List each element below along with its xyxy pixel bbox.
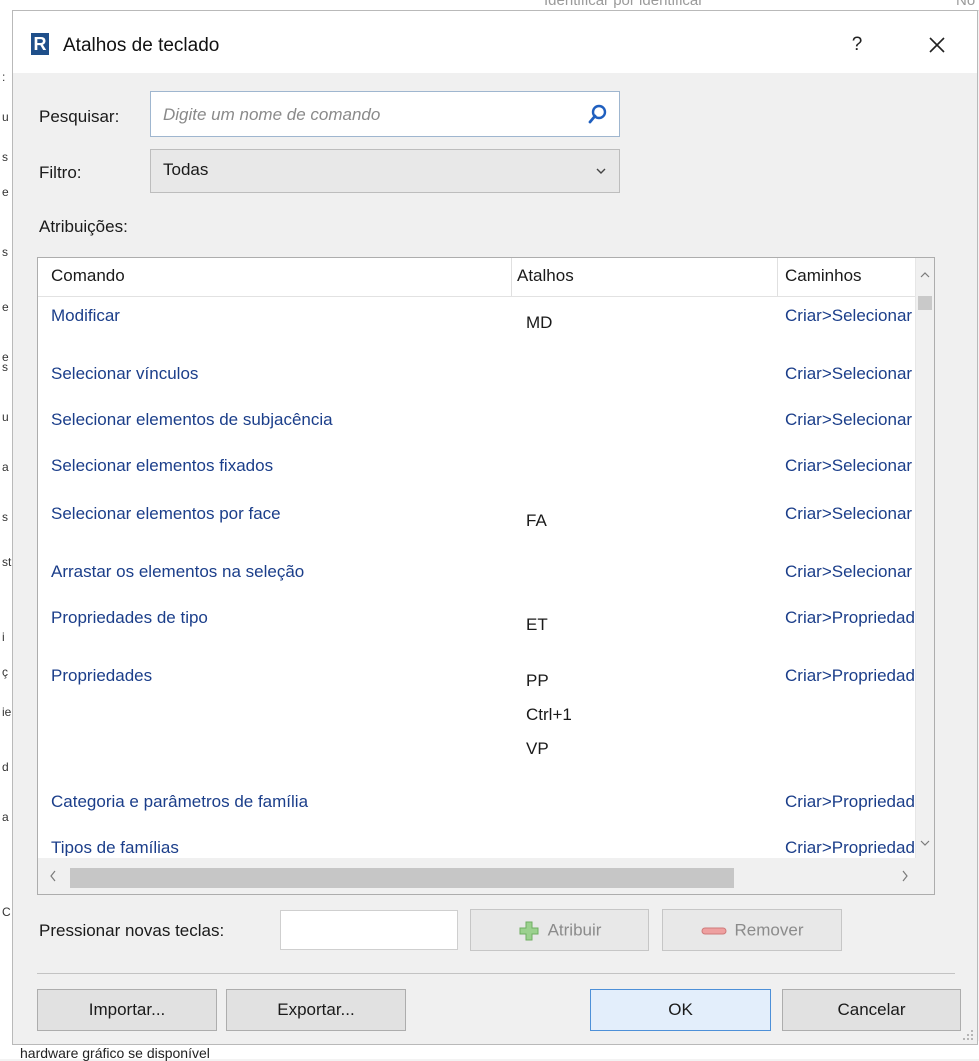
path-cell: Criar>Propriedades <box>785 838 918 856</box>
search-field[interactable] <box>150 91 620 137</box>
close-icon <box>929 37 945 53</box>
background-text-fragment: u <box>2 410 9 424</box>
list-header: Comando Atalhos Caminhos <box>38 258 918 297</box>
ok-button[interactable]: OK <box>590 989 771 1031</box>
shortcut-cell: ET <box>526 615 548 634</box>
remove-button[interactable]: Remover <box>662 909 842 951</box>
export-button[interactable]: Exportar... <box>226 989 406 1031</box>
path-cell: Criar>Propriedades <box>785 792 918 811</box>
background-text-fragment: u <box>2 110 9 124</box>
search-label: Pesquisar: <box>39 107 120 126</box>
background-text-fragment: ie <box>2 705 12 719</box>
path-cell: Criar>Selecionar <box>785 364 913 383</box>
command-cell: Selecionar elementos de subjacência <box>51 410 333 429</box>
background-text-fragment: d <box>2 760 9 774</box>
vertical-scroll-thumb[interactable] <box>918 296 932 310</box>
cancel-button[interactable]: Cancelar <box>782 989 961 1031</box>
keyboard-shortcuts-dialog: R Atalhos de teclado ? Pesquisar: Filtro… <box>12 10 978 1045</box>
filter-selected-value: Todas <box>163 160 209 179</box>
vertical-scrollbar[interactable] <box>915 258 934 858</box>
background-text-fragment: e <box>2 300 9 314</box>
new-keys-label: Pressionar novas teclas: <box>39 921 225 940</box>
background-text-fragment: : <box>2 70 6 84</box>
horizontal-scroll-thumb[interactable] <box>70 868 734 888</box>
filter-label: Filtro: <box>39 163 82 182</box>
command-cell: Modificar <box>51 306 120 325</box>
command-cell: Arrastar os elementos na seleção <box>51 562 305 581</box>
column-header-shortcuts[interactable]: Atalhos <box>517 266 574 286</box>
path-cell: Criar>Selecionar <box>785 504 913 523</box>
scrollbar-corner <box>916 858 934 894</box>
assignments-list[interactable]: Comando Atalhos Caminhos Modificar MD Cria… <box>37 257 935 895</box>
shortcut-cell: Ctrl+1 <box>526 705 572 724</box>
command-cell: Selecionar vínculos <box>51 364 199 383</box>
background-header-text-right: No <box>956 0 976 9</box>
assign-button-label: Atribuir <box>547 920 602 940</box>
path-cell: Criar>Selecionar <box>785 410 913 429</box>
background-text-fragment: a <box>2 460 9 474</box>
background-text-fragment: s <box>2 245 8 259</box>
background-text-fragment: e <box>2 185 9 199</box>
resize-grip-icon[interactable] <box>961 1028 975 1042</box>
shortcut-cell: VP <box>526 739 549 758</box>
scroll-left-icon[interactable] <box>48 870 58 882</box>
command-cell: Selecionar elementos fixados <box>51 456 274 475</box>
column-divider[interactable] <box>777 258 778 296</box>
horizontal-scrollbar[interactable] <box>38 858 918 894</box>
shortcut-cell: FA <box>526 511 547 530</box>
minus-icon <box>701 927 727 935</box>
column-header-command[interactable]: Comando <box>51 266 125 286</box>
column-divider[interactable] <box>511 258 512 296</box>
path-cell: Criar>Selecionar <box>785 306 913 325</box>
command-cell: Selecionar elementos por face <box>51 504 281 523</box>
background-text-fragment: i <box>2 630 5 644</box>
close-button[interactable] <box>917 29 957 61</box>
path-cell: Criar>Selecionar <box>785 456 913 475</box>
path-cell: Criar>Propriedades <box>785 608 918 627</box>
import-button[interactable]: Importar... <box>37 989 217 1031</box>
column-header-paths[interactable]: Caminhos <box>785 266 862 286</box>
revit-app-icon: R <box>31 33 49 55</box>
list-rows: Modificar MD Criar>Selecionar Selecionar ví… <box>38 296 918 856</box>
background-text-fragment: ç <box>2 665 8 679</box>
scroll-up-icon[interactable] <box>920 270 930 280</box>
search-input[interactable] <box>161 100 575 130</box>
new-keys-input[interactable] <box>280 910 458 950</box>
shortcut-cell: MD <box>526 313 553 332</box>
scroll-right-icon[interactable] <box>900 870 910 882</box>
background-text-fragment: s <box>2 360 8 374</box>
search-icon[interactable] <box>587 103 609 125</box>
command-cell: Propriedades de tipo <box>51 608 208 627</box>
command-cell: Tipos de famílias <box>51 838 179 856</box>
assign-button[interactable]: Atribuir <box>470 909 649 951</box>
background-text-fragment: st <box>2 555 12 569</box>
background-text-fragment: C <box>2 905 11 919</box>
chevron-down-icon <box>596 168 606 174</box>
filter-dropdown[interactable]: Todas <box>150 149 620 193</box>
title-bar: R Atalhos de teclado ? <box>13 11 977 73</box>
command-cell: Categoria e parâmetros de família <box>51 792 309 811</box>
command-cell: Propriedades <box>51 666 153 685</box>
remove-button-label: Remover <box>734 920 804 940</box>
background-text-fragment: s <box>2 150 8 164</box>
background-text-fragment: a <box>2 810 9 824</box>
scroll-down-icon[interactable] <box>920 838 930 848</box>
assignments-label: Atribuições: <box>39 217 128 236</box>
path-cell: Criar>Propriedades <box>785 666 918 685</box>
plus-icon <box>519 921 539 941</box>
help-button[interactable]: ? <box>839 29 875 61</box>
path-cell: Criar>Selecionar <box>785 562 913 581</box>
footer-divider <box>37 973 955 974</box>
background-header-text: Identificar por identificar <box>544 0 704 9</box>
background-text-fragment: s <box>2 510 8 524</box>
dialog-title: Atalhos de teclado <box>63 35 220 56</box>
shortcut-cell: PP <box>526 671 549 690</box>
